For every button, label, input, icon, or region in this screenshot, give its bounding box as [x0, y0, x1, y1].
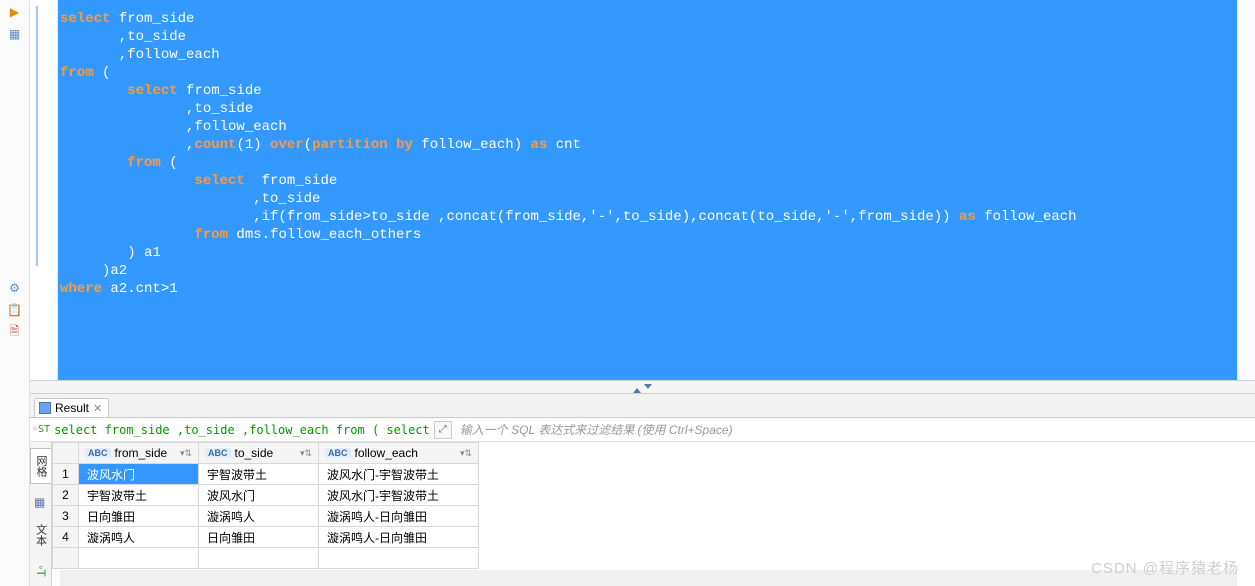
tab-result[interactable]: Result ✕ [34, 398, 109, 417]
fold-marker-icon[interactable] [36, 6, 42, 266]
result-table-wrap: ABC from_side ▾⇅ ABC to_side ▾⇅ ABC follow_each… [52, 442, 479, 586]
grid-area: 网格 ▦ 文本 ◦T ABCfrom_side▾⇅ABCto_side▾⇅ABC… [30, 442, 1255, 586]
row-number: 2 [53, 485, 79, 506]
col-label: to_side [235, 446, 274, 460]
row-number: 4 [53, 527, 79, 548]
col-label: from_side [115, 446, 168, 460]
sash-handle[interactable] [30, 380, 1255, 394]
row-number: 3 [53, 506, 79, 527]
cell[interactable]: 波风水门-宇智波带土 [319, 464, 479, 485]
cell[interactable]: 漩涡鸣人 [199, 506, 319, 527]
col-header-follow_each[interactable]: ABC follow_each ▾⇅ [319, 443, 479, 464]
cell[interactable]: 波风水门-宇智波带土 [319, 485, 479, 506]
cell[interactable]: 宇智波带土 [79, 485, 199, 506]
run-icon[interactable]: ▶ [7, 4, 23, 20]
result-table: ABC from_side ▾⇅ ABC to_side ▾⇅ ABC follow_each… [52, 442, 479, 569]
cell[interactable]: 日向雏田 [79, 506, 199, 527]
filter-icon[interactable]: ▾⇅ [460, 448, 472, 459]
col-header-to_side[interactable]: ABC to_side ▾⇅ [199, 443, 319, 464]
editor-overview-ruler [1237, 0, 1255, 380]
watermark: CSDN @程序猿老杨 [1091, 557, 1239, 578]
paste-icon[interactable]: 📋 [7, 302, 23, 318]
cell [199, 548, 319, 569]
table-icon[interactable]: ▦ [7, 26, 23, 42]
editor-h-scrollbar[interactable] [60, 570, 1237, 586]
filter-bar: ◦ST select from_side ,to_side ,follow_ea… [30, 418, 1255, 442]
col-header-from_side[interactable]: ABC from_side ▾⇅ [79, 443, 199, 464]
row-number: 1 [53, 464, 79, 485]
editor-text[interactable]: select from_side ,to_side ,follow_each f… [58, 0, 1255, 380]
gear-icon[interactable]: ⚙ [7, 280, 23, 296]
main-content: select from_side ,to_side ,follow_each f… [30, 0, 1255, 586]
expand-icon[interactable]: ⤢ [434, 421, 452, 439]
cell [79, 548, 199, 569]
cell[interactable]: 宇智波带土 [199, 464, 319, 485]
cell[interactable]: 波风水门 [199, 485, 319, 506]
filter-icon[interactable]: ▾⇅ [180, 448, 192, 459]
type-badge: ABC [205, 448, 231, 458]
cell[interactable]: 日向雏田 [199, 527, 319, 548]
side-tab-grid[interactable]: 网格 [30, 448, 51, 484]
filter-icon[interactable]: ▾⇅ [300, 448, 312, 459]
col-label: follow_each [355, 446, 418, 460]
cell[interactable]: 漩涡鸣人-日向雏田 [319, 527, 479, 548]
table-row[interactable]: 1波风水门宇智波带土波风水门-宇智波带土 [53, 464, 479, 485]
script-icon[interactable]: 🗎 [7, 324, 23, 340]
table-row[interactable]: 3日向雏田漩涡鸣人漩涡鸣人-日向雏田 [53, 506, 479, 527]
filter-input[interactable]: 输入一个 SQL 表达式来过滤结果 (使用 Ctrl+Space) [456, 421, 1253, 438]
grid-tab-icon: ▦ [34, 497, 48, 508]
text-tab-icon: ◦T [34, 565, 48, 577]
row-number [53, 548, 79, 569]
grid-side-tabs: 网格 ▦ 文本 ◦T [30, 442, 52, 586]
table-row[interactable]: 4漩涡鸣人日向雏田漩涡鸣人-日向雏田 [53, 527, 479, 548]
type-badge: ABC [85, 448, 111, 458]
result-tab-label: Result [55, 401, 89, 415]
side-tab-text[interactable]: 文本 [31, 518, 51, 552]
cell[interactable]: 漩涡鸣人-日向雏田 [319, 506, 479, 527]
table-corner [53, 443, 79, 464]
cell[interactable]: 漩涡鸣人 [79, 527, 199, 548]
type-badge: ABC [325, 448, 351, 458]
table-row[interactable]: 2宇智波带土波风水门波风水门-宇智波带土 [53, 485, 479, 506]
left-gutter: ▶ ▦ ⚙ 📋 🗎 [0, 0, 30, 586]
sql-editor: select from_side ,to_side ,follow_each f… [30, 0, 1255, 380]
filter-sql-preview: select from_side ,to_side ,follow_each f… [54, 423, 430, 437]
cell[interactable]: 波风水门 [79, 464, 199, 485]
editor-ruler [30, 0, 58, 380]
result-tab-bar: Result ✕ [30, 394, 1255, 418]
close-icon[interactable]: ✕ [93, 402, 102, 415]
sql-mini-icon: ◦ST [32, 424, 50, 435]
grid-icon [39, 402, 51, 414]
cell [319, 548, 479, 569]
